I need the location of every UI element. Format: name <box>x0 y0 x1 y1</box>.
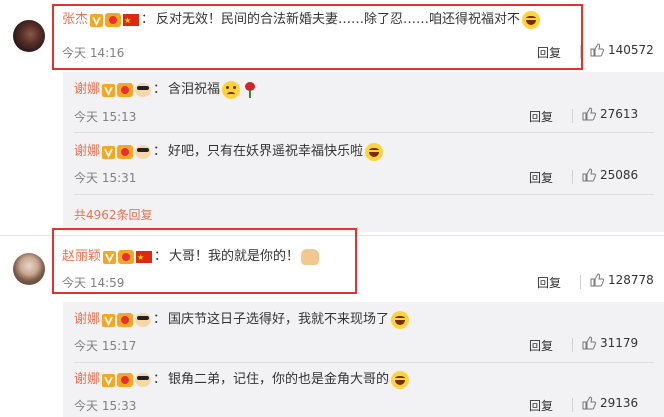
reply-button[interactable]: 回复 <box>529 108 553 125</box>
like-button[interactable]: 128778 <box>590 273 654 287</box>
like-button[interactable]: 31179 <box>582 336 638 350</box>
like-count: 140572 <box>608 43 654 57</box>
like-count: 25086 <box>600 168 639 182</box>
reply-line: 谢娜 ： 含泪祝福 <box>74 81 258 99</box>
like-button[interactable]: 25086 <box>582 168 638 182</box>
reply-author[interactable]: 谢娜 <box>74 371 100 389</box>
reply-time: 今天 15:17 <box>74 339 137 353</box>
reply-line: 谢娜 ： 银角二弟，记住，你的也是金角大哥的 <box>74 371 410 389</box>
reply-line: 谢娜 ： 好吧，只有在妖界遥祝幸福快乐啦 <box>74 143 384 161</box>
member-badge-icon <box>117 83 134 97</box>
reply-text: 好吧，只有在妖界遥祝幸福快乐啦 <box>168 144 364 159</box>
separator <box>74 132 654 133</box>
laugh-emoji-icon <box>365 143 384 161</box>
reply-author[interactable]: 谢娜 <box>74 81 100 99</box>
highlight-box <box>52 4 583 70</box>
thumbs-up-icon <box>582 336 596 350</box>
reply-button[interactable]: 回复 <box>537 274 561 291</box>
thumbs-up-icon <box>590 273 604 287</box>
like-button[interactable]: 29136 <box>582 396 638 410</box>
reply-text: 含泪祝福 <box>168 82 221 97</box>
reply-time: 今天 15:33 <box>74 399 137 413</box>
thumbs-up-icon <box>582 107 596 121</box>
like-button[interactable]: 140572 <box>590 43 654 57</box>
verified-icon <box>102 373 116 387</box>
divider <box>572 109 573 123</box>
sunglasses-badge-icon <box>135 313 152 327</box>
avatar-zhangjie[interactable] <box>13 20 45 52</box>
verified-icon <box>102 83 116 97</box>
reply-button[interactable]: 回复 <box>529 337 553 354</box>
highlight-box <box>52 228 357 294</box>
reply-line: 谢娜 ： 国庆节这日子选得好，我就不来现场了 <box>74 311 410 329</box>
rose-icon <box>242 81 258 99</box>
reply-author[interactable]: 谢娜 <box>74 143 100 161</box>
thumbs-up-icon <box>590 43 604 57</box>
like-count: 29136 <box>600 396 639 410</box>
like-button[interactable]: 27613 <box>582 107 638 121</box>
thumbs-up-icon <box>582 168 596 182</box>
reply-button[interactable]: 回复 <box>529 397 553 414</box>
thumbs-up-icon <box>582 396 596 410</box>
avatar-zhaoliying[interactable] <box>13 253 45 285</box>
reply-button[interactable]: 回复 <box>529 169 553 186</box>
member-badge-icon <box>117 373 134 387</box>
sunglasses-badge-icon <box>135 83 152 97</box>
verified-icon <box>102 145 116 159</box>
more-replies-link[interactable]: 共4962条回复 <box>74 206 153 223</box>
sad-emoji-icon <box>222 81 241 99</box>
sunglasses-badge-icon <box>135 373 152 387</box>
like-count: 27613 <box>600 107 639 121</box>
reply-text: 银角二弟，记住，你的也是金角大哥的 <box>168 372 390 387</box>
reply-time: 今天 15:31 <box>74 171 137 185</box>
verified-icon <box>102 313 116 327</box>
laugh-emoji-icon <box>391 311 410 329</box>
like-count: 128778 <box>608 273 654 287</box>
divider <box>572 398 573 412</box>
separator <box>74 362 654 363</box>
divider <box>580 275 581 289</box>
like-count: 31179 <box>600 336 639 350</box>
divider <box>572 170 573 184</box>
reply-author[interactable]: 谢娜 <box>74 311 100 329</box>
separator <box>74 194 654 195</box>
divider <box>572 338 573 352</box>
reply-time: 今天 15:13 <box>74 110 137 124</box>
member-badge-icon <box>117 313 134 327</box>
reply-text: 国庆节这日子选得好，我就不来现场了 <box>168 312 390 327</box>
sunglasses-badge-icon <box>135 145 152 159</box>
laugh-emoji-icon <box>391 371 410 389</box>
member-badge-icon <box>117 145 134 159</box>
